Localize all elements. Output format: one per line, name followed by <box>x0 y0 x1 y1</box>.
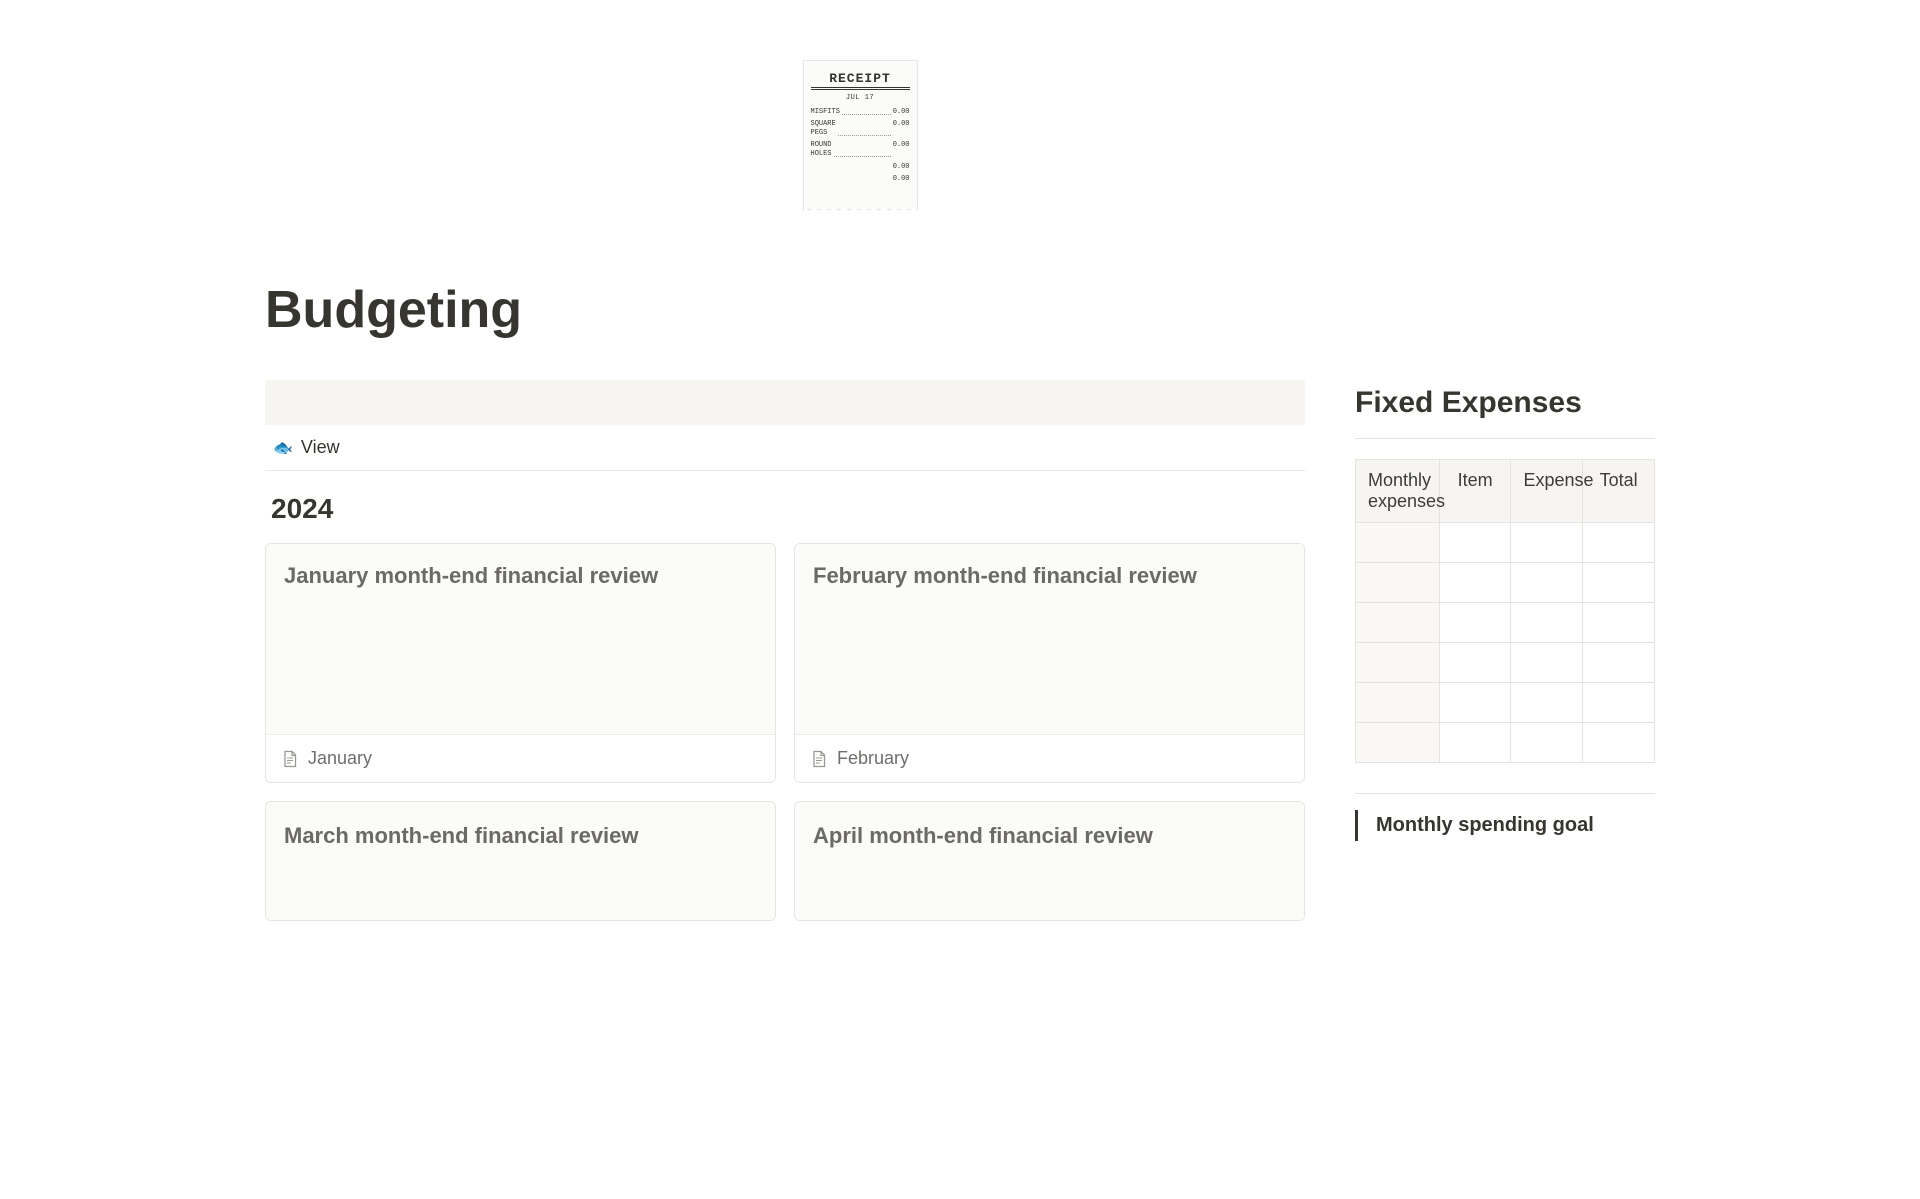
table-cell[interactable] <box>1356 723 1440 763</box>
table-cell[interactable] <box>1511 563 1583 603</box>
receipt-line: SQUARE PEGS 0.00 <box>811 120 910 138</box>
table-header[interactable]: Monthly expenses <box>1356 460 1440 523</box>
spending-goal-label: Monthly spending goal <box>1376 814 1655 837</box>
card-month-label: February <box>837 748 909 769</box>
card-footer: January <box>266 734 775 782</box>
table-row[interactable] <box>1356 603 1655 643</box>
table-row[interactable] <box>1356 523 1655 563</box>
table-cell[interactable] <box>1439 563 1511 603</box>
page-icon <box>282 750 298 768</box>
fixed-expenses-title[interactable]: Fixed Expenses <box>1355 386 1655 420</box>
table-cell[interactable] <box>1583 603 1655 643</box>
table-cell[interactable] <box>1356 563 1440 603</box>
fish-icon: 🐟 <box>273 438 293 458</box>
table-cell[interactable] <box>1356 523 1440 563</box>
table-cell[interactable] <box>1439 523 1511 563</box>
spending-goal-block[interactable]: Monthly spending goal <box>1355 810 1655 841</box>
year-heading: 2024 <box>271 493 1305 525</box>
table-cell[interactable] <box>1511 523 1583 563</box>
page-icon-area: RECEIPT JUL 17 MISFITS 0.00 SQUARE PEGS … <box>165 60 1555 210</box>
table-cell[interactable] <box>1583 683 1655 723</box>
review-card-march[interactable]: March month-end financial review <box>265 801 776 921</box>
card-title: April month-end financial review <box>813 822 1286 851</box>
table-cell[interactable] <box>1583 523 1655 563</box>
table-cell[interactable] <box>1356 603 1440 643</box>
card-footer: February <box>795 734 1304 782</box>
table-cell[interactable] <box>1511 683 1583 723</box>
review-card-february[interactable]: February month-end financial review Febr… <box>794 543 1305 783</box>
view-tab[interactable]: 🐟 View <box>265 425 1305 471</box>
table-cell[interactable] <box>1439 683 1511 723</box>
table-cell[interactable] <box>1356 643 1440 683</box>
fixed-expenses-table[interactable]: Monthly expenses Item Expense Total <box>1355 459 1655 763</box>
database-header-spacer <box>265 380 1305 425</box>
table-cell[interactable] <box>1439 643 1511 683</box>
table-header[interactable]: Expense <box>1511 460 1583 523</box>
table-cell[interactable] <box>1583 563 1655 603</box>
table-row[interactable] <box>1356 683 1655 723</box>
table-cell[interactable] <box>1583 723 1655 763</box>
table-cell[interactable] <box>1439 723 1511 763</box>
table-header[interactable]: Total <box>1583 460 1655 523</box>
table-header[interactable]: Item <box>1439 460 1511 523</box>
table-cell[interactable] <box>1511 643 1583 683</box>
view-tab-label: View <box>301 437 340 458</box>
card-title: January month-end financial review <box>284 562 757 591</box>
page-title[interactable]: Budgeting <box>265 280 1655 340</box>
table-row[interactable] <box>1356 643 1655 683</box>
card-title: March month-end financial review <box>284 822 757 851</box>
receipt-line: MISFITS 0.00 <box>811 108 910 117</box>
table-row[interactable] <box>1356 723 1655 763</box>
divider <box>1355 438 1655 439</box>
page-icon <box>811 750 827 768</box>
receipt-line: ROUND HOLES 0.00 <box>811 141 910 159</box>
table-cell[interactable] <box>1511 723 1583 763</box>
table-cell[interactable] <box>1511 603 1583 643</box>
receipt-date: JUL 17 <box>811 94 910 102</box>
review-card-april[interactable]: April month-end financial review <box>794 801 1305 921</box>
divider <box>1355 793 1655 794</box>
review-card-january[interactable]: January month-end financial review Janua… <box>265 543 776 783</box>
card-title: February month-end financial review <box>813 562 1286 591</box>
table-row[interactable] <box>1356 563 1655 603</box>
receipt-icon[interactable]: RECEIPT JUL 17 MISFITS 0.00 SQUARE PEGS … <box>803 60 918 210</box>
card-month-label: January <box>308 748 372 769</box>
table-cell[interactable] <box>1356 683 1440 723</box>
receipt-header: RECEIPT <box>811 71 910 88</box>
table-cell[interactable] <box>1439 603 1511 643</box>
table-cell[interactable] <box>1583 643 1655 683</box>
